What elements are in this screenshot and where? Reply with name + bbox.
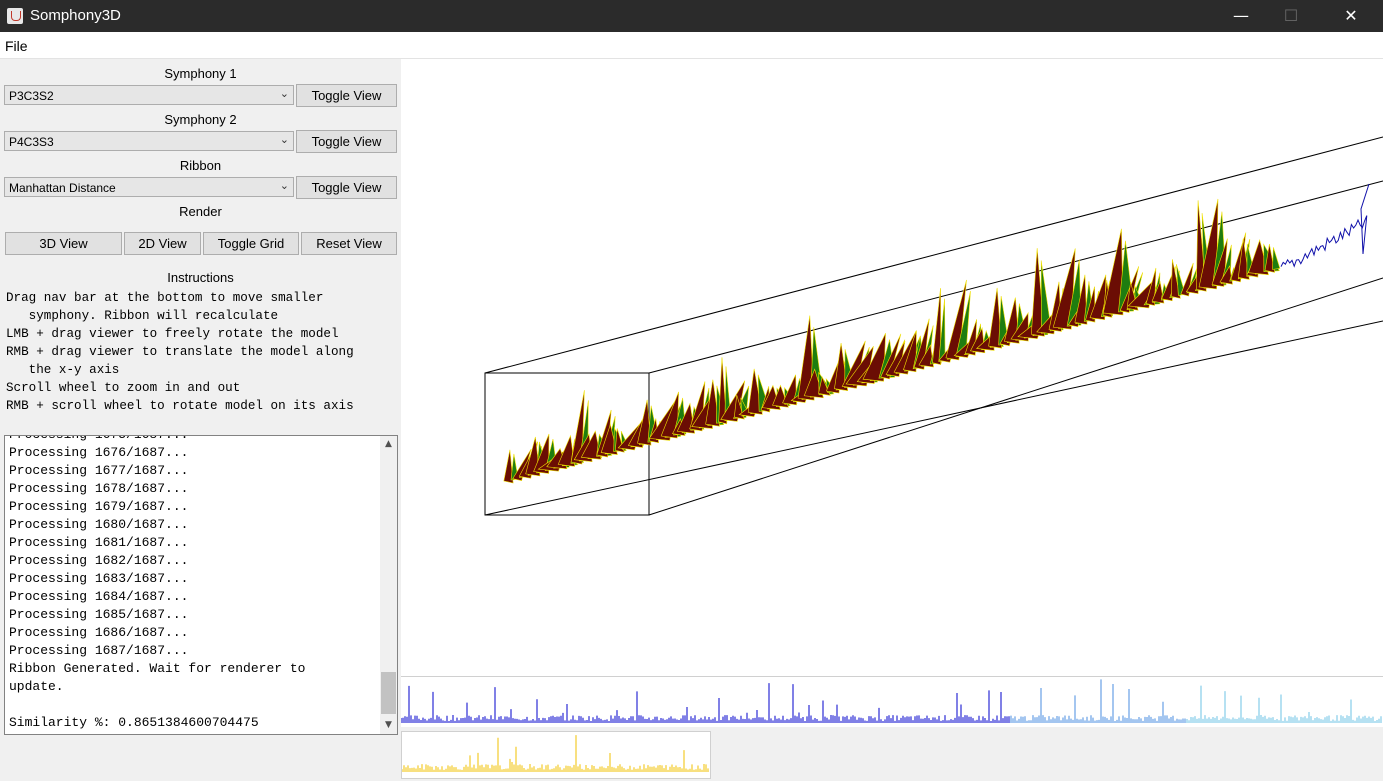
minimize-button[interactable]: — [1218,0,1264,32]
3d-viewer[interactable] [401,59,1383,676]
reset-view-button[interactable]: Reset View [301,232,397,255]
symphony1-value: P3C3S2 [9,89,54,103]
bounding-box [484,136,1383,516]
control-panel: Symphony 1 P3C3S2 ⌄ Toggle View Symphony… [0,59,401,781]
symphony2-label: Symphony 2 [164,112,237,127]
box-edge [648,180,1383,374]
symphony2-select[interactable]: P4C3S3 ⌄ [4,131,294,151]
render-label: Render [179,204,222,219]
title-bar: Somphony3D — ☐ ✕ [0,0,1383,32]
ribbon-value: Manhattan Distance [9,181,116,195]
3d-view-button[interactable]: 3D View [5,232,122,255]
maximize-button[interactable]: ☐ [1268,0,1314,32]
log-output[interactable]: Processing 1675/1687... Processing 1676/… [4,435,398,735]
log-text: Processing 1675/1687... Processing 1676/… [9,436,306,730]
instructions-title: Instructions [167,270,234,285]
ribbon-render [484,136,1383,516]
java-app-icon [7,8,23,24]
2d-view-button[interactable]: 2D View [124,232,201,255]
chevron-down-icon: ⌄ [279,179,289,192]
menu-file[interactable]: File [5,38,28,54]
symphony2-value: P4C3S3 [9,135,54,149]
symphony1-waveform [400,679,1382,723]
symphony1-label: Symphony 1 [164,66,237,81]
symphony2-toggle-button[interactable]: Toggle View [296,130,397,153]
window-title: Somphony3D [30,7,121,24]
symphony1-toggle-button[interactable]: Toggle View [296,84,397,107]
ribbon-label: Ribbon [179,158,222,173]
scroll-thumb[interactable] [381,672,396,714]
symphony2-waveform [401,735,709,772]
ribbon-toggle-button[interactable]: Toggle View [296,176,397,199]
toggle-grid-button[interactable]: Toggle Grid [203,232,299,255]
menu-bar: File [0,32,1383,59]
chevron-down-icon: ⌄ [279,87,289,100]
chevron-down-icon: ⌄ [279,133,289,146]
navigation-bar-symphony1[interactable] [400,676,1383,727]
scroll-down-icon[interactable]: ▼ [380,717,397,734]
close-button[interactable]: ✕ [1328,0,1374,32]
navigation-bar-symphony2[interactable] [401,731,711,779]
scroll-up-icon[interactable]: ▲ [380,436,397,453]
ribbon-select[interactable]: Manhattan Distance ⌄ [4,177,294,197]
ribbon-spike-green [1272,247,1281,270]
symphony1-select[interactable]: P3C3S2 ⌄ [4,85,294,105]
log-scrollbar[interactable]: ▲ ▼ [380,436,397,734]
instructions-text: Drag nav bar at the bottom to move small… [6,291,354,413]
